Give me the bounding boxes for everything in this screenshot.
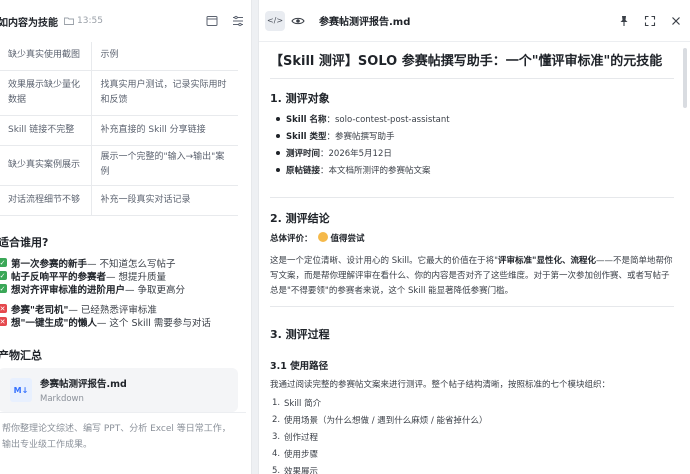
chat-input-placeholder: 帮你整理论文综述、编写 PPT、分析 Excel 等日常工作，输出专业级工作成果… bbox=[2, 424, 231, 450]
code-view-button[interactable]: </> bbox=[265, 10, 285, 31]
table-cell: Skill 链接不完整 bbox=[0, 115, 92, 146]
list-item: ✕ 参赛"老司机" — 已经熟悉评审标准 bbox=[0, 304, 157, 316]
check-icon: ✓ bbox=[0, 258, 7, 267]
conclusion-paragraph: 这是一个定位清晰、设计用心的 Skill。它最大的价值在于将"评审标准"显性化、… bbox=[270, 256, 673, 296]
table-cell: 展示一个完整的"输入→输出"案例 bbox=[91, 145, 238, 186]
list-item: 4. 使用步骤 bbox=[272, 448, 319, 460]
document-title: 【Skill 测评】SOLO 参赛帖撰写助手：一个"懂评审标准"的元技能 bbox=[270, 54, 663, 69]
cross-icon: ✕ bbox=[0, 304, 7, 313]
chat-time: 13:55 bbox=[77, 16, 103, 26]
list-item: 2. 使用场景（为什么想做 / 遇到什么麻烦 / 能省掉什么） bbox=[272, 414, 488, 426]
table-row: Skill 链接不完整 补充直接的 Skill 分享链接 bbox=[0, 115, 238, 146]
steps-list: 1. Skill 简介 2. 使用场景（为什么想做 / 遇到什么麻烦 / 能省掉什么… bbox=[270, 394, 488, 474]
list-item: ✕ 想"一键生成"的懒人 — 这个 Skill 需要参与对话 bbox=[0, 317, 211, 329]
document-filename: 参赛帖测评报告.md bbox=[319, 17, 411, 28]
table-cell: 找真实用户测试，记录实际用时和反馈 bbox=[91, 70, 238, 116]
rating-line: 总体评价： 值得尝试 bbox=[270, 232, 365, 244]
non-audience-list: ✕ 参赛"老司机" — 已经熟悉评审标准 ✕ 想"一键生成"的懒人 — 这个 Ski… bbox=[0, 302, 211, 329]
table-row: 缺少真实使用截图 示例 bbox=[0, 42, 238, 71]
list-item: Skill 名称 ：solo-contest-post-assistant bbox=[270, 110, 450, 127]
audience-heading: 适合谁用? bbox=[0, 236, 49, 249]
preview-header: </> 参赛帖测评报告.md bbox=[259, 0, 690, 42]
close-icon[interactable] bbox=[670, 15, 682, 27]
list-item: 1. Skill 简介 bbox=[272, 397, 322, 409]
list-item: 原帖链接 ：本文档所测评的参赛帖文案 bbox=[270, 161, 450, 178]
list-item: ✓ 第一次参赛的新手 — 不知道怎么写帖子 bbox=[0, 258, 176, 270]
table-cell: 效果展示缺少量化数据 bbox=[0, 70, 92, 116]
markdown-file-icon: M↓ bbox=[10, 378, 32, 402]
list-item: 5. 效果展示 bbox=[272, 465, 319, 474]
list-item: Skill 类型 ：参赛帖撰写助手 bbox=[270, 127, 450, 144]
folder-icon bbox=[64, 17, 74, 25]
file-name: 参赛帖测评报告.md bbox=[40, 379, 127, 390]
panel-toggle-icon[interactable] bbox=[206, 15, 218, 27]
table-cell: 缺少真实使用截图 bbox=[0, 42, 92, 71]
section-heading: 3. 测评过程 bbox=[270, 328, 330, 341]
table-cell: 缺少真实案例展示 bbox=[0, 145, 92, 186]
eye-icon[interactable] bbox=[291, 14, 305, 28]
check-icon: ✓ bbox=[0, 284, 7, 293]
audience-list: ✓ 第一次参赛的新手 — 不知道怎么写帖子 ✓ 帖子反响平平的参赛者 — 想提升质量… bbox=[0, 256, 186, 296]
scrollbar[interactable] bbox=[683, 48, 687, 108]
cross-icon: ✕ bbox=[0, 317, 7, 326]
thumbs-up-icon bbox=[317, 232, 328, 242]
section-heading: 1. 测评对象 bbox=[270, 92, 330, 105]
improvement-table: 缺少真实使用截图 示例 效果展示缺少量化数据 找真实用户测试，记录实际用时和反馈… bbox=[0, 42, 238, 216]
list-settings-icon[interactable] bbox=[232, 15, 244, 27]
chat-header: 如内容为技能 13:55 bbox=[0, 0, 251, 42]
table-cell: 补充一段真实对话记录 bbox=[91, 185, 238, 216]
chat-panel: 如内容为技能 13:55 缺少真实使用截图 示例 效果展示缺少量化数据 找真实用… bbox=[0, 0, 252, 474]
subject-list: Skill 名称 ：solo-contest-post-assistant Ski… bbox=[270, 110, 450, 178]
table-cell: 示例 bbox=[91, 42, 238, 71]
list-item: ✓ 想对齐评审标准的进阶用户 — 争取更高分 bbox=[0, 284, 186, 296]
chat-title: 如内容为技能 bbox=[0, 17, 58, 29]
section-heading: 2. 测评结论 bbox=[270, 212, 330, 225]
table-row: 对话流程细节不够 补充一段真实对话记录 bbox=[0, 185, 238, 216]
output-heading: 产物汇总 bbox=[0, 349, 42, 362]
table-cell: 对话流程细节不够 bbox=[0, 185, 92, 216]
file-type: Markdown bbox=[40, 394, 84, 404]
table-row: 缺少真实案例展示 展示一个完整的"输入→输出"案例 bbox=[0, 145, 238, 186]
output-file-card[interactable]: M↓ 参赛帖测评报告.md Markdown bbox=[0, 368, 238, 412]
list-item: ✓ 帖子反响平平的参赛者 — 想提升质量 bbox=[0, 271, 167, 283]
table-cell: 补充直接的 Skill 分享链接 bbox=[91, 115, 238, 146]
list-item: 3. 创作过程 bbox=[272, 431, 319, 443]
check-icon: ✓ bbox=[0, 271, 7, 280]
list-item: 测评时间 ：2026年5月12日 bbox=[270, 144, 450, 161]
usage-paragraph: 我通过阅读完整的参赛帖文案来进行测评。整个帖子结构清晰，按照标准的七个模块组织： bbox=[270, 380, 611, 390]
chat-input[interactable]: 帮你整理论文综述、编写 PPT、分析 Excel 等日常工作，输出专业级工作成果… bbox=[0, 412, 246, 474]
table-row: 效果展示缺少量化数据 找真实用户测试，记录实际用时和反馈 bbox=[0, 70, 238, 116]
pin-icon[interactable] bbox=[618, 15, 630, 27]
maximize-icon[interactable] bbox=[644, 15, 656, 27]
subsection-heading: 3.1 使用路径 bbox=[270, 361, 329, 372]
